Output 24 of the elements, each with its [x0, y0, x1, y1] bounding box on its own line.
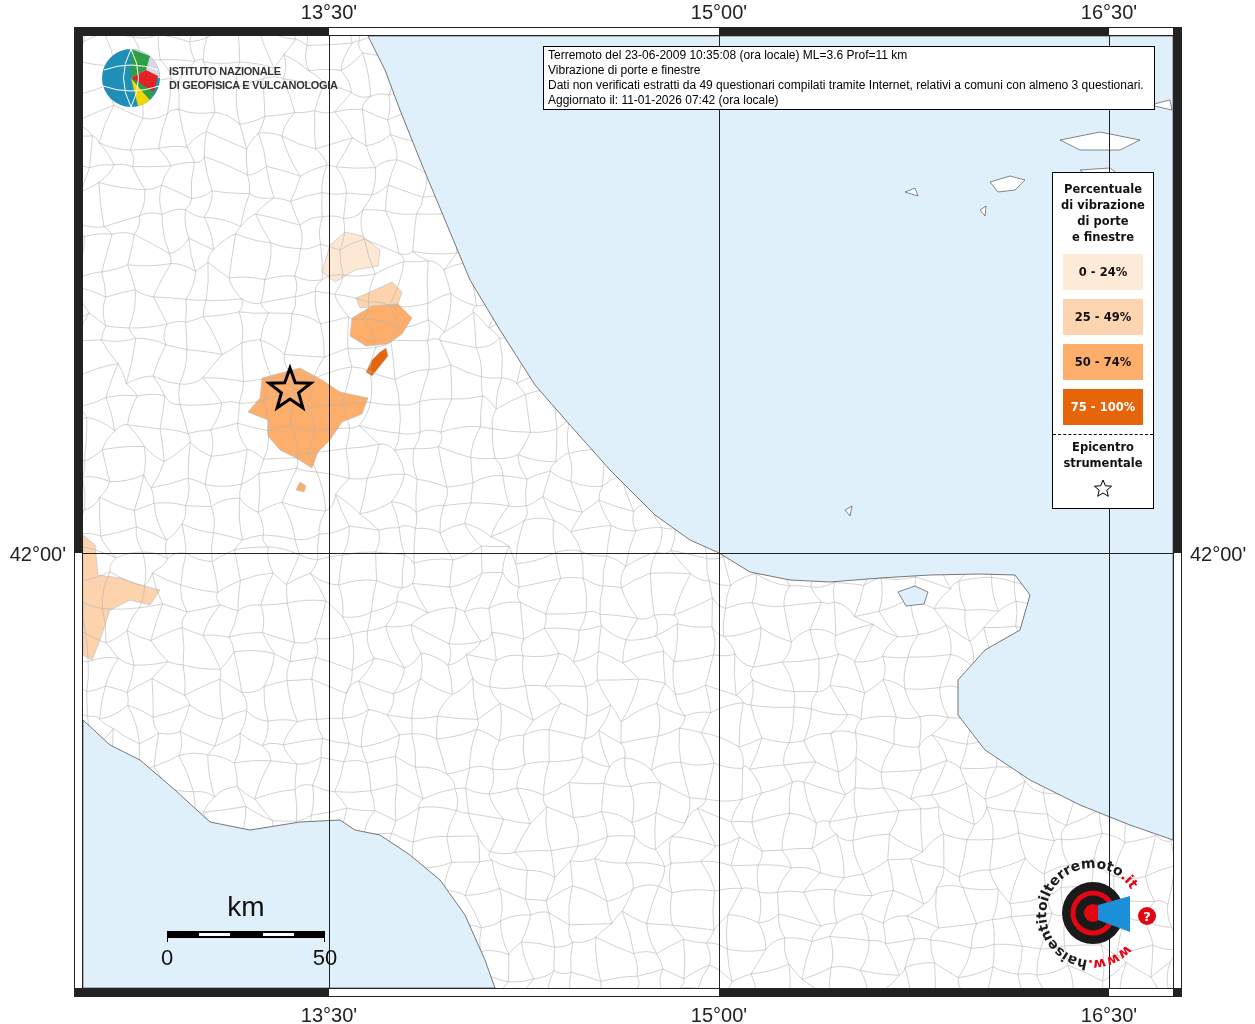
longitude-label: 13°30': [300, 1, 358, 23]
latitude-label: 42°00': [9, 543, 66, 565]
longitude-label: 16°30': [1080, 1004, 1138, 1024]
star-icon: [1093, 479, 1113, 499]
globe-logo-icon: [102, 48, 160, 108]
info-text: Aggiornato il: 11-01-2026 07:42 (ora locale): [548, 93, 780, 108]
longitude-label: 15°00': [690, 1004, 748, 1024]
latitude-label: 42°00': [1190, 543, 1247, 565]
legend-label: Epicentro strumentale: [1062, 439, 1144, 471]
longitude-label: 13°30': [300, 1004, 358, 1024]
scale-unit: km: [227, 891, 265, 922]
lake-shape: [897, 585, 929, 607]
info-text: Dati non verificati estratti da 49 questionari compilati tramite Internet, relativi a comuni con almeno 3 questionari.: [548, 78, 1145, 93]
scale-label: 0: [160, 945, 174, 970]
longitude-label: 15°00': [690, 1, 748, 23]
legend-swatch: 50 - 74%: [1063, 344, 1143, 380]
info-text: Vibrazione di porte e finestre: [548, 63, 702, 78]
info-text: Terremoto del 23-06-2009 10:35:08 (ora locale) ML=3.6 Prof=11 km: [548, 48, 909, 63]
legend-swatch: 25 - 49%: [1063, 299, 1143, 335]
legend-swatch: 0 - 24%: [1063, 254, 1143, 290]
legend-swatch: 75 - 100%: [1063, 389, 1143, 425]
legend-title: Percentuale di vibrazione di porte e finestre: [1060, 181, 1146, 245]
longitude-label: 16°30': [1080, 1, 1138, 23]
epicenter-star-icon: [264, 363, 316, 412]
